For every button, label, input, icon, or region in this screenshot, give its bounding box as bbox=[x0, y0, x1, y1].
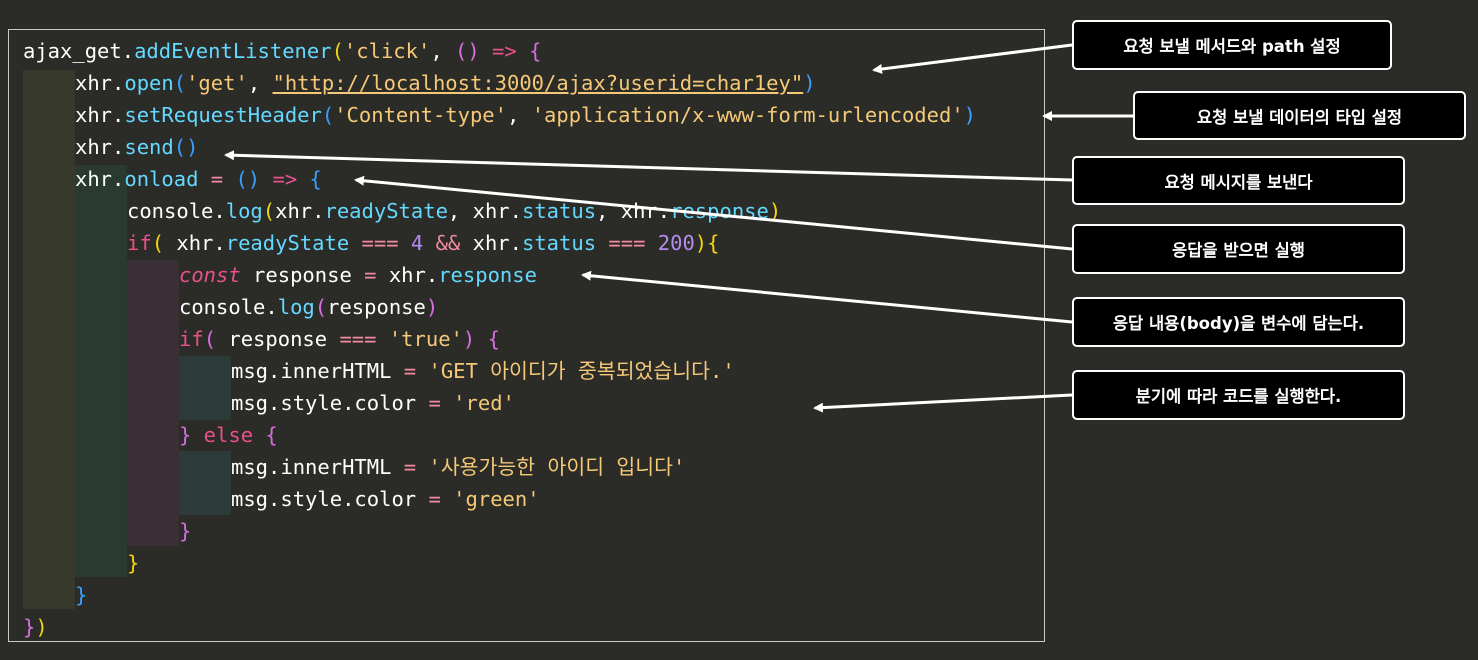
arrow-method-path bbox=[872, 43, 1073, 74]
arrow-branch bbox=[813, 393, 1073, 413]
arrow-response-variable bbox=[581, 270, 1073, 324]
annotation-arrows bbox=[224, 43, 1133, 413]
arrow-onload bbox=[354, 175, 1073, 251]
arrow-send bbox=[224, 150, 1073, 182]
